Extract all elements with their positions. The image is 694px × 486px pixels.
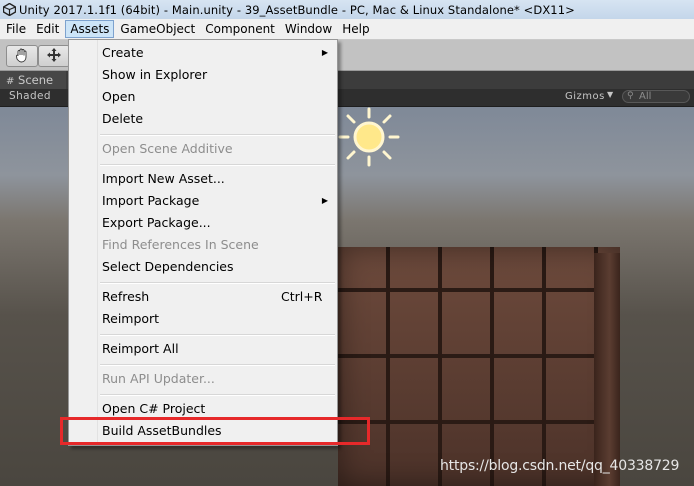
directional-light-icon xyxy=(338,107,400,167)
menu-icon-strip xyxy=(69,40,98,445)
tab-scene[interactable]: # Scene xyxy=(0,71,66,89)
menu-item-label: Open xyxy=(102,89,136,104)
assets-dropdown-menu: Create ▶ Show in Explorer Open Delete Op… xyxy=(68,39,338,446)
scene-tab-label: Scene xyxy=(18,73,54,87)
scene-search-input[interactable]: ⚲ All xyxy=(622,90,690,103)
menu-item-label: Export Package... xyxy=(102,215,211,230)
menu-item-label: Select Dependencies xyxy=(102,259,234,274)
menu-item-label: Import Package xyxy=(102,193,200,208)
menu-item-run-api-updater: Run API Updater... xyxy=(102,368,334,390)
menu-item-export-package[interactable]: Export Package... xyxy=(102,212,334,234)
unity-logo-icon xyxy=(2,2,17,17)
menu-item-label: Delete xyxy=(102,111,144,126)
watermark-text: https://blog.csdn.net/qq_40338729 xyxy=(440,458,680,474)
menu-separator xyxy=(100,334,335,336)
menu-bar: File Edit Assets GameObject Component Wi… xyxy=(0,19,694,40)
menu-item-label: Show in Explorer xyxy=(102,67,208,82)
menu-item-label: Reimport xyxy=(102,311,160,326)
search-icon: ⚲ xyxy=(627,91,634,101)
menu-separator xyxy=(100,164,335,166)
menu-item-import-package[interactable]: Import Package ▶ xyxy=(102,190,334,212)
menu-item-label: Open Scene Additive xyxy=(102,141,233,156)
menu-edit[interactable]: Edit xyxy=(32,20,63,38)
chevron-down-icon: ▼ xyxy=(607,90,614,99)
scene-grid-icon: # xyxy=(6,76,15,87)
gizmos-dropdown[interactable]: Gizmos xyxy=(565,91,605,102)
crate-object[interactable] xyxy=(338,247,620,486)
window-title: Unity 2017.1.1f1 (64bit) - Main.unity - … xyxy=(19,2,575,17)
menu-file[interactable]: File xyxy=(2,20,30,38)
menu-separator xyxy=(100,364,335,366)
menu-window[interactable]: Window xyxy=(281,20,336,38)
hand-icon xyxy=(14,47,30,66)
menu-item-reimport-all[interactable]: Reimport All xyxy=(102,338,334,360)
menu-item-refresh[interactable]: Refresh Ctrl+R xyxy=(102,286,334,308)
menu-item-import-new-asset[interactable]: Import New Asset... xyxy=(102,168,334,190)
menu-item-label: Reimport All xyxy=(102,341,179,356)
menu-item-open-scene-additive: Open Scene Additive xyxy=(102,138,334,160)
menu-item-show-in-explorer[interactable]: Show in Explorer xyxy=(102,64,334,86)
menu-separator xyxy=(100,394,335,396)
menu-separator xyxy=(100,134,335,136)
move-arrows-icon xyxy=(46,47,62,66)
menu-separator xyxy=(100,282,335,284)
menu-item-open[interactable]: Open xyxy=(102,86,334,108)
menu-item-label: Run API Updater... xyxy=(102,371,215,386)
crate-side-face xyxy=(594,253,620,486)
move-tool-button[interactable] xyxy=(38,45,70,67)
menu-item-label: Open C# Project xyxy=(102,401,206,416)
submenu-arrow-icon: ▶ xyxy=(321,48,328,57)
menu-item-delete[interactable]: Delete xyxy=(102,108,334,130)
menu-item-label: Refresh xyxy=(102,289,150,304)
menu-assets[interactable]: Assets xyxy=(65,20,115,38)
menu-help[interactable]: Help xyxy=(338,20,373,38)
menu-component[interactable]: Component xyxy=(201,20,279,38)
search-placeholder: All xyxy=(639,91,652,102)
menu-item-label: Import New Asset... xyxy=(102,171,225,186)
menu-item-label: Create xyxy=(102,45,144,60)
menu-item-label: Find References In Scene xyxy=(102,237,259,252)
title-bar: Unity 2017.1.1f1 (64bit) - Main.unity - … xyxy=(0,0,694,19)
hand-tool-button[interactable] xyxy=(6,45,38,67)
submenu-arrow-icon: ▶ xyxy=(321,196,328,205)
menu-item-find-references: Find References In Scene xyxy=(102,234,334,256)
highlight-annotation-box xyxy=(60,417,370,445)
menu-item-create[interactable]: Create ▶ xyxy=(102,42,334,64)
shading-mode-dropdown[interactable]: Shaded xyxy=(9,90,51,102)
shortcut-label: Ctrl+R xyxy=(281,289,323,304)
menu-item-select-dependencies[interactable]: Select Dependencies xyxy=(102,256,334,278)
menu-item-reimport[interactable]: Reimport xyxy=(102,308,334,330)
menu-gameobject[interactable]: GameObject xyxy=(116,20,199,38)
